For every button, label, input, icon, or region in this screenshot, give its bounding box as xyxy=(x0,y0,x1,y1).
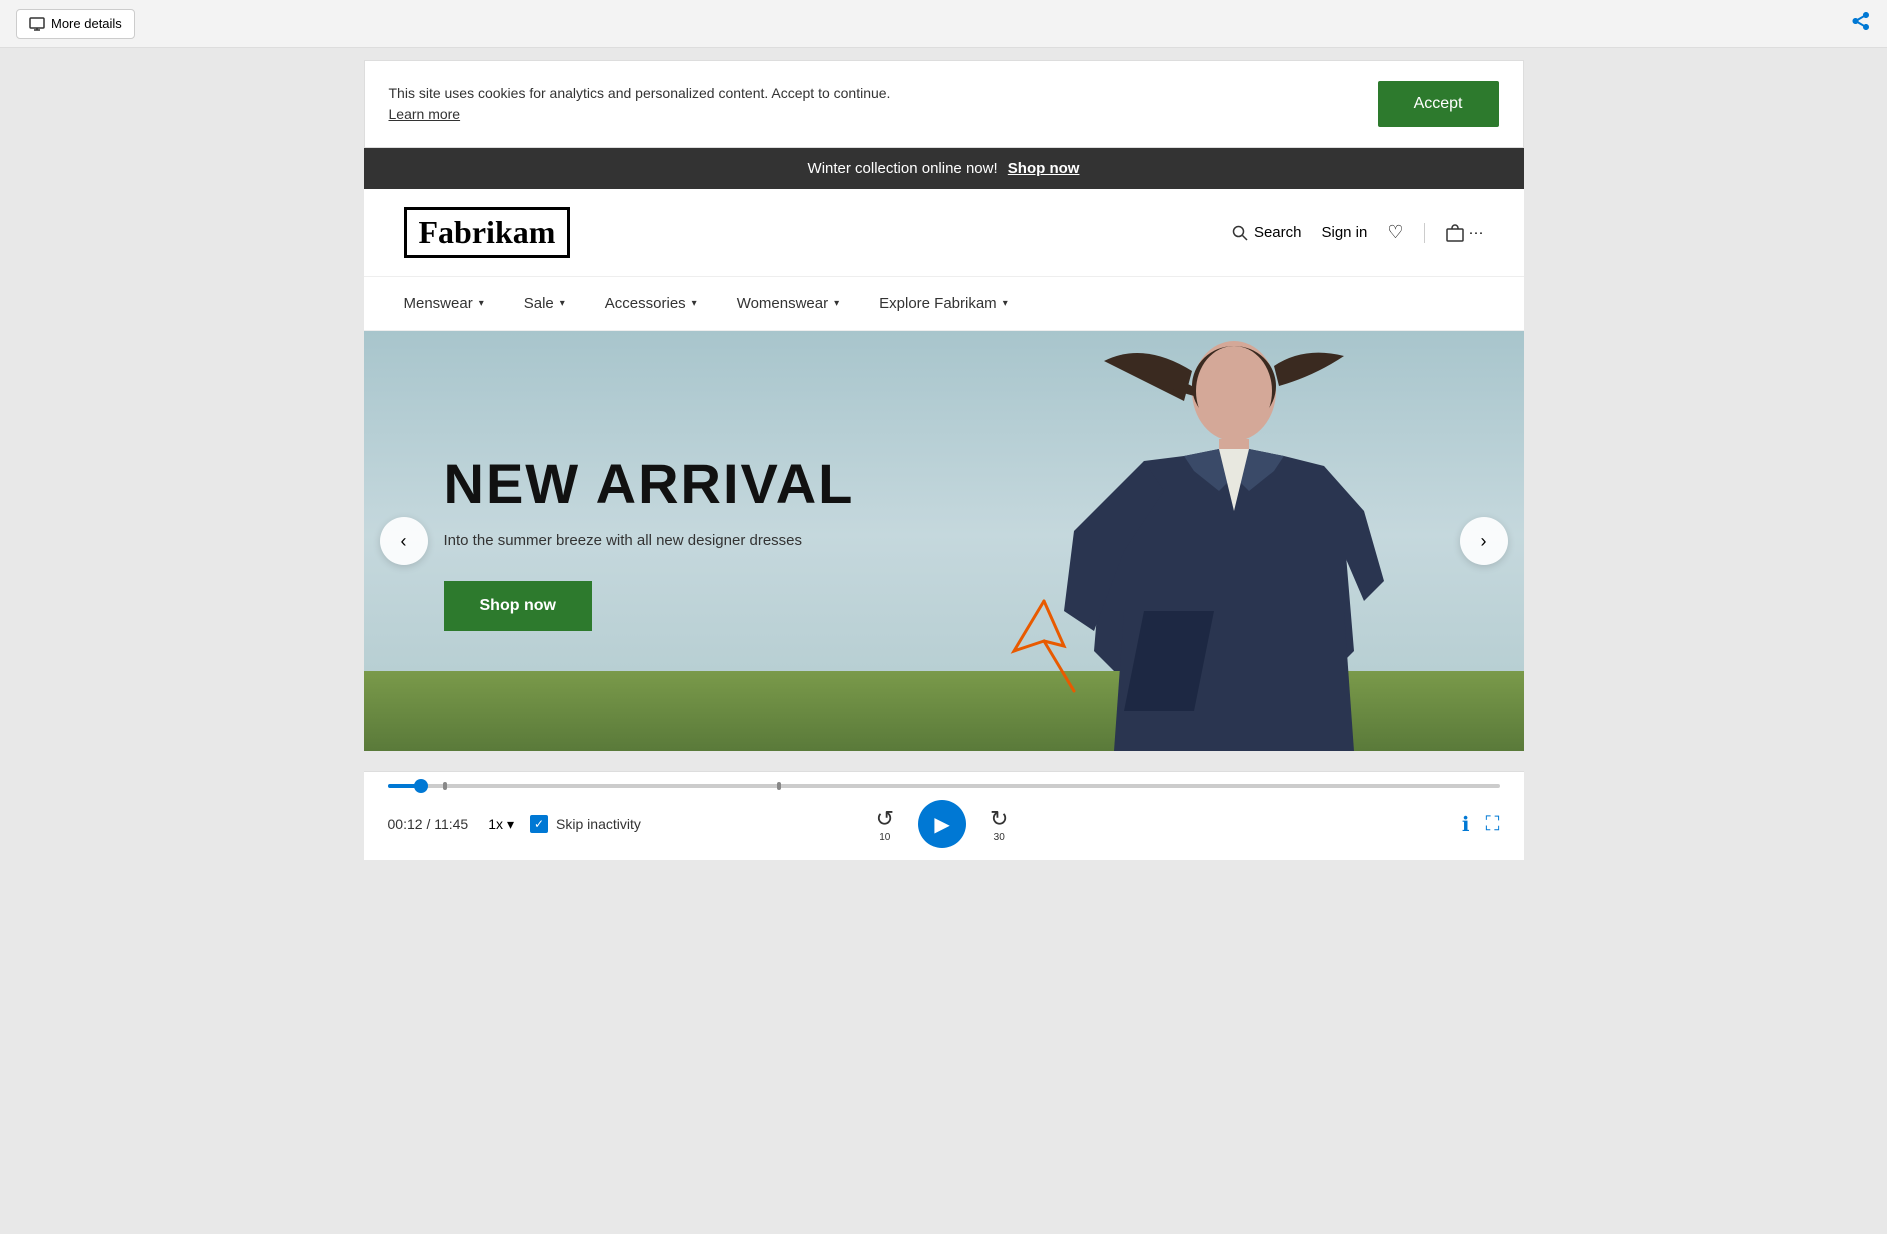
chevron-down-icon: ▾ xyxy=(1003,298,1008,309)
browser-toolbar: More details xyxy=(0,0,1887,48)
progress-track[interactable] xyxy=(388,784,1500,788)
rewind-label: 10 xyxy=(879,832,890,843)
chevron-down-icon: ▾ xyxy=(479,298,484,309)
nav-menswear[interactable]: Menswear ▾ xyxy=(404,277,484,330)
carousel-prev-button[interactable]: ‹ xyxy=(380,517,428,565)
chevron-down-icon: ▾ xyxy=(692,298,697,309)
cart-more-icon[interactable]: ··· xyxy=(1469,224,1484,241)
cookie-banner: This site uses cookies for analytics and… xyxy=(364,60,1524,148)
header-actions: Search Sign in ♡ ··· xyxy=(1232,222,1484,243)
promo-shop-now-link[interactable]: Shop now xyxy=(1008,160,1080,177)
play-icon: ▶ xyxy=(934,812,949,837)
accept-button[interactable]: Accept xyxy=(1378,81,1499,127)
forward-button[interactable]: ↻ 30 xyxy=(990,806,1008,843)
speed-control[interactable]: 1x ▾ xyxy=(488,816,514,833)
signin-link[interactable]: Sign in xyxy=(1321,224,1367,241)
nav-explore-fabrikam[interactable]: Explore Fabrikam ▾ xyxy=(879,277,1008,330)
hero-title: NEW ARRIVAL xyxy=(444,451,1444,516)
fullscreen-button[interactable]: ⛶ xyxy=(1486,813,1500,836)
nav-accessories-label: Accessories xyxy=(605,295,686,312)
more-details-label: More details xyxy=(51,16,122,31)
nav-accessories[interactable]: Accessories ▾ xyxy=(605,277,697,330)
nav-womenswear-label: Womenswear xyxy=(737,295,828,312)
progress-thumb[interactable] xyxy=(414,779,428,793)
nav-explore-label: Explore Fabrikam xyxy=(879,295,997,312)
search-icon xyxy=(1232,225,1248,241)
logo[interactable]: Fabrikam xyxy=(404,207,571,258)
page-wrapper: This site uses cookies for analytics and… xyxy=(364,60,1524,860)
player-controls: 00:12 / 11:45 1x ▾ ✓ Skip inactivity ↺ 1… xyxy=(364,788,1524,860)
site-header: Fabrikam Search Sign in ♡ ··· xyxy=(364,189,1524,277)
rewind-button[interactable]: ↺ 10 xyxy=(876,806,894,843)
divider xyxy=(1424,223,1425,243)
monitor-icon xyxy=(29,16,45,32)
rewind-icon: ↺ xyxy=(876,806,894,832)
share-icon xyxy=(1851,11,1871,31)
wishlist-icon[interactable]: ♡ xyxy=(1387,222,1403,243)
current-time: 00:12 xyxy=(388,816,423,832)
nav-sale[interactable]: Sale ▾ xyxy=(524,277,565,330)
progress-marker-2 xyxy=(777,782,781,790)
info-button[interactable]: ℹ xyxy=(1462,812,1470,837)
total-time: 11:45 xyxy=(434,816,468,832)
shop-now-button[interactable]: Shop now xyxy=(444,581,592,631)
nav-menswear-label: Menswear xyxy=(404,295,473,312)
learn-more-link[interactable]: Learn more xyxy=(389,106,461,122)
video-player: 00:12 / 11:45 1x ▾ ✓ Skip inactivity ↺ 1… xyxy=(364,771,1524,860)
nav-sale-label: Sale xyxy=(524,295,554,312)
carousel-next-button[interactable]: › xyxy=(1460,517,1508,565)
hero-subtitle: Into the summer breeze with all new desi… xyxy=(444,532,1444,549)
progress-marker xyxy=(443,782,447,790)
search-label: Search xyxy=(1254,224,1302,241)
time-display: 00:12 / 11:45 xyxy=(388,816,469,832)
progress-bar-area[interactable] xyxy=(364,772,1524,788)
cookie-message: This site uses cookies for analytics and… xyxy=(389,85,891,101)
promo-text: Winter collection online now! xyxy=(808,160,998,177)
promo-bar: Winter collection online now! Shop now xyxy=(364,148,1524,189)
forward-icon: ↻ xyxy=(990,806,1008,832)
chevron-down-icon: ▾ xyxy=(834,298,839,309)
forward-label: 30 xyxy=(994,832,1005,843)
skip-inactivity-control: ✓ Skip inactivity xyxy=(530,815,641,833)
skip-inactivity-checkbox[interactable]: ✓ xyxy=(530,815,548,833)
hero-content: NEW ARRIVAL Into the summer breeze with … xyxy=(364,331,1524,751)
nav-bar: Menswear ▾ Sale ▾ Accessories ▾ Womenswe… xyxy=(364,277,1524,331)
chevron-down-icon: ▾ xyxy=(560,298,565,309)
speed-value: 1x xyxy=(488,816,503,832)
right-controls: ℹ ⛶ xyxy=(1462,812,1500,837)
chevron-down-icon: ▾ xyxy=(507,816,514,833)
center-controls: ↺ 10 ▶ ↻ 30 xyxy=(876,800,1009,848)
search-area[interactable]: Search xyxy=(1232,224,1302,241)
cart-area[interactable]: ··· xyxy=(1445,223,1484,243)
more-details-button[interactable]: More details xyxy=(16,9,135,39)
cookie-text: This site uses cookies for analytics and… xyxy=(389,83,891,125)
hero-section: NEW ARRIVAL Into the summer breeze with … xyxy=(364,331,1524,751)
nav-womenswear[interactable]: Womenswear ▾ xyxy=(737,277,839,330)
cart-icon xyxy=(1445,223,1465,243)
share-button[interactable] xyxy=(1851,11,1871,36)
play-button[interactable]: ▶ xyxy=(918,800,966,848)
skip-inactivity-label: Skip inactivity xyxy=(556,816,641,832)
